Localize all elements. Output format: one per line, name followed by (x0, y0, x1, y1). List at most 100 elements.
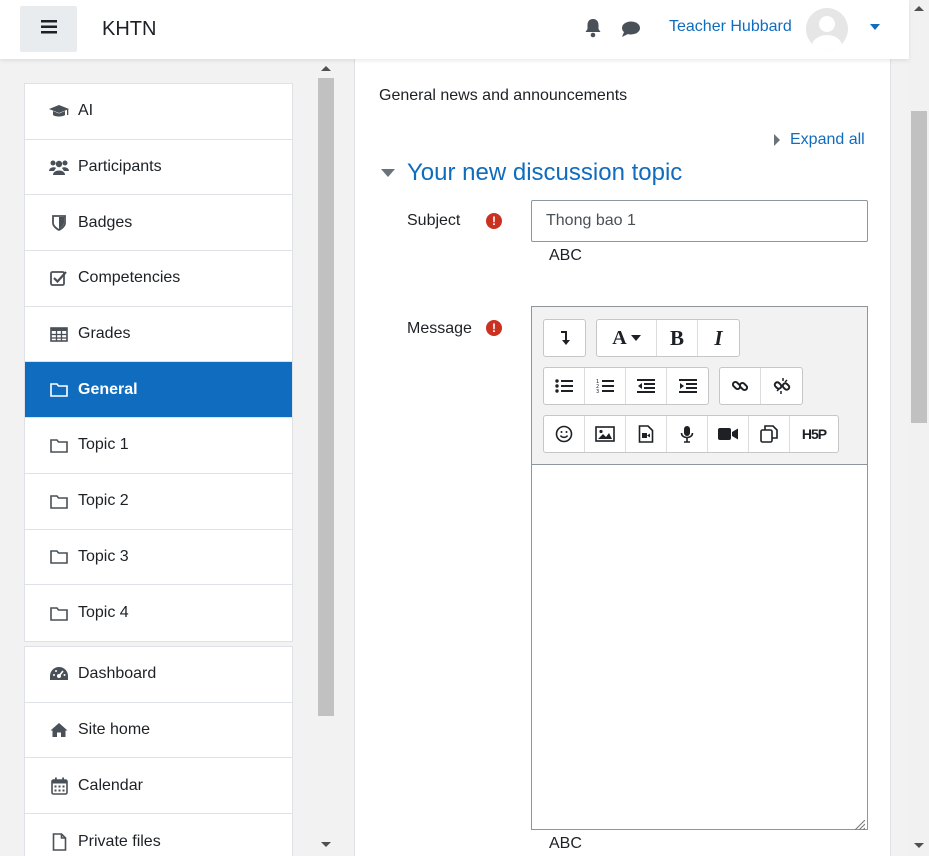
table-icon (49, 324, 69, 344)
bold-icon: B (669, 325, 684, 350)
nav-item-general[interactable]: General (25, 362, 292, 419)
drawer-toggle-button[interactable] (20, 6, 77, 52)
toolbar-outdent-button[interactable] (626, 368, 667, 404)
unlink-icon (773, 378, 790, 394)
nav-drawer: AI Participants Badges Competencies Grad… (0, 59, 336, 856)
section-header-toggle[interactable]: Your new discussion topic (381, 159, 682, 187)
nav-item-label: Topic 4 (78, 604, 129, 622)
hamburger-icon (40, 19, 57, 39)
nav-item-dashboard[interactable]: Dashboard (25, 647, 292, 703)
toolbar-collapse-button[interactable] (544, 320, 585, 356)
scroll-down-arrow-icon[interactable] (321, 842, 331, 847)
nav-item-label: AI (78, 102, 94, 120)
scroll-down-arrow-icon[interactable] (914, 843, 924, 848)
nav-item-grades[interactable]: Grades (25, 307, 292, 363)
unordered-list-icon (555, 379, 573, 393)
nav-item-label: Competencies (78, 269, 181, 287)
drawer-scrollbar[interactable] (317, 59, 336, 856)
home-icon (49, 720, 69, 740)
dashboard-icon (49, 664, 69, 684)
calendar-icon (49, 776, 69, 796)
nav-item-label: General (78, 380, 138, 398)
nav-item-label: Site home (78, 721, 151, 739)
toolbar-h5p-button[interactable]: H5P (790, 416, 838, 452)
toolbar-italic-button[interactable]: I (698, 320, 739, 356)
image-icon (595, 426, 615, 442)
user-name-link[interactable]: Teacher Hubbard (669, 18, 792, 36)
page-scrollbar-thumb[interactable] (911, 111, 927, 423)
scroll-up-arrow-icon[interactable] (914, 6, 924, 11)
h5p-icon: H5P (801, 426, 827, 442)
toolbar-indent-button[interactable] (667, 368, 708, 404)
media-file-icon (638, 425, 654, 443)
nav-item-competencies[interactable]: Competencies (25, 251, 292, 307)
copy-files-icon (760, 425, 778, 443)
resize-handle-icon[interactable] (854, 817, 866, 831)
toolbar-group-insert: H5P (543, 415, 839, 453)
drawer-scrollbar-thumb[interactable] (318, 78, 334, 716)
file-icon (49, 832, 69, 852)
nav-item-label: Topic 3 (78, 547, 129, 565)
site-nav-group: Dashboard Site home Calendar Private fil… (24, 646, 293, 856)
toolbar-record-audio-button[interactable] (667, 416, 708, 452)
toolbar-group-style: A B I (596, 319, 740, 357)
toolbar-bold-button[interactable]: B (657, 320, 698, 356)
nav-item-ai[interactable]: AI (25, 84, 292, 140)
toolbar-image-button[interactable] (585, 416, 626, 452)
nav-item-label: Dashboard (78, 665, 157, 683)
toolbar-unordered-list-button[interactable] (544, 368, 585, 404)
nav-item-topic-1[interactable]: Topic 1 (25, 418, 292, 474)
nav-item-topic-4[interactable]: Topic 4 (25, 585, 292, 641)
main-content: General news and announcements Expand al… (354, 59, 891, 856)
expand-all-link[interactable]: Expand all (774, 131, 865, 149)
subject-input[interactable]: Thong bao 1 (531, 200, 868, 242)
scroll-up-arrow-icon[interactable] (321, 66, 331, 71)
ordered-list-icon: 123 (596, 379, 614, 394)
nav-item-label: Participants (78, 158, 162, 176)
toolbar-record-video-button[interactable] (708, 416, 749, 452)
shield-icon (49, 213, 69, 233)
font-style-icon: A (612, 326, 627, 349)
graduation-cap-icon (49, 101, 69, 121)
video-camera-icon (718, 428, 738, 440)
toolbar-font-style-button[interactable]: A (597, 320, 657, 356)
toolbar-unlink-button[interactable] (761, 368, 802, 404)
nav-item-site-home[interactable]: Site home (25, 703, 292, 759)
nav-item-calendar[interactable]: Calendar (25, 758, 292, 815)
user-menu-chevron-down-icon[interactable] (870, 24, 880, 30)
nav-item-label: Topic 1 (78, 436, 129, 454)
folder-icon (49, 603, 69, 623)
message-editor: A B I 123 H5P (531, 306, 868, 831)
toolbar-link-button[interactable] (720, 368, 761, 404)
svg-text:3: 3 (596, 389, 599, 394)
forum-intro-text: General news and announcements (379, 87, 628, 104)
page-scrollbar[interactable] (909, 0, 929, 856)
top-navbar: KHTN Teacher Hubbard (0, 0, 909, 59)
nav-item-participants[interactable]: Participants (25, 140, 292, 196)
checkbox-icon (49, 268, 69, 288)
nav-item-topic-3[interactable]: Topic 3 (25, 530, 292, 586)
user-avatar[interactable] (806, 8, 848, 50)
message-editor-textarea[interactable] (532, 465, 867, 831)
italic-icon: I (714, 325, 723, 350)
folder-icon (49, 547, 69, 567)
nav-item-topic-2[interactable]: Topic 2 (25, 474, 292, 530)
toolbar-ordered-list-button[interactable]: 123 (585, 368, 626, 404)
site-brand[interactable]: KHTN (102, 18, 156, 41)
outdent-icon (637, 379, 655, 393)
required-exclamation-icon: ! (486, 320, 502, 336)
folder-icon (49, 435, 69, 455)
message-hint: ABC (549, 835, 582, 852)
emoji-icon (555, 425, 573, 443)
toolbar-emoji-button[interactable] (544, 416, 585, 452)
toolbar-group-lists: 123 (543, 367, 709, 405)
link-icon (731, 380, 749, 392)
messages-chat-icon[interactable] (621, 20, 641, 43)
toolbar-media-button[interactable] (626, 416, 667, 452)
toolbar-manage-files-button[interactable] (749, 416, 790, 452)
notifications-bell-icon[interactable] (584, 18, 602, 43)
nav-item-label: Calendar (78, 776, 143, 794)
nav-item-badges[interactable]: Badges (25, 195, 292, 252)
subject-label: Subject (407, 212, 461, 229)
nav-item-private-files[interactable]: Private files (25, 814, 292, 856)
